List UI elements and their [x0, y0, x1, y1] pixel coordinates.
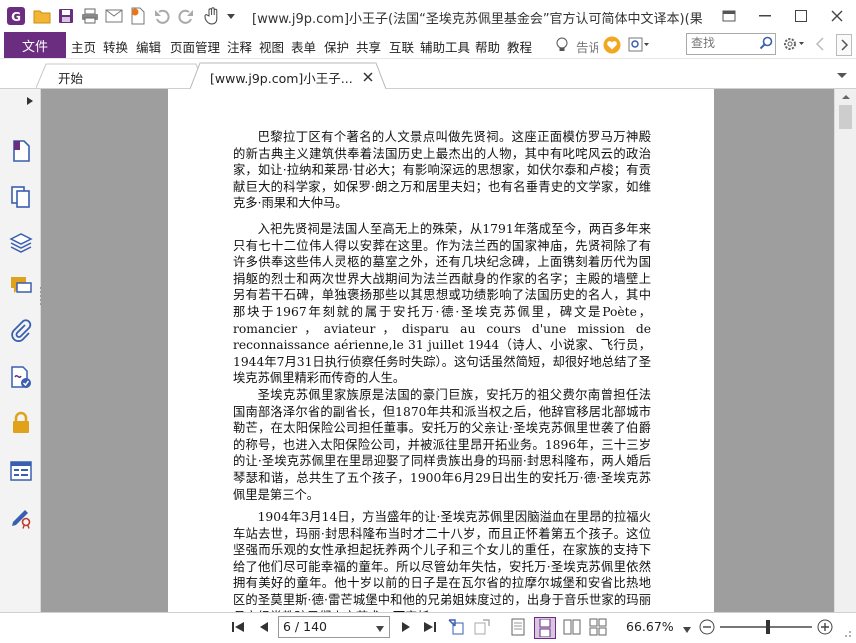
- hand-tool-icon[interactable]: [202, 6, 222, 26]
- menu-item-pages[interactable]: 页面管理: [170, 37, 220, 56]
- next-page-icon[interactable]: [396, 617, 416, 637]
- tab-start[interactable]: 开始: [58, 66, 83, 88]
- menu-item-tutorial[interactable]: 教程: [507, 37, 532, 56]
- zoom-slider[interactable]: [720, 620, 812, 634]
- file-menu-button[interactable]: 文件: [4, 32, 66, 58]
- comments-icon[interactable]: [9, 275, 33, 299]
- vertical-scrollbar[interactable]: [834, 89, 856, 612]
- svg-text:G: G: [11, 10, 21, 24]
- search-input[interactable]: [687, 34, 759, 52]
- zoom-slider-thumb[interactable]: [766, 620, 770, 634]
- single-page-view-icon[interactable]: [508, 617, 528, 637]
- minimize-button[interactable]: [750, 4, 780, 28]
- menu-item-protect[interactable]: 保护: [324, 37, 349, 56]
- page-number-field[interactable]: [278, 616, 390, 638]
- zoom-in-icon[interactable]: [815, 617, 835, 637]
- navigation-panel: [0, 89, 42, 612]
- facing-view-icon[interactable]: [562, 617, 582, 637]
- expand-panel-icon[interactable]: [26, 95, 34, 109]
- previous-view-icon[interactable]: [446, 617, 466, 637]
- menu-item-form[interactable]: 表单: [291, 37, 316, 56]
- menu-item-comment[interactable]: 注释: [227, 37, 252, 56]
- paragraph-1: 巴黎拉丁区有个著名的人文景点叫做先贤祠。这座正面模仿罗马万神殿的新古典主义建筑供…: [233, 130, 651, 211]
- scrollbar-thumb[interactable]: [839, 105, 852, 129]
- save-icon[interactable]: [56, 6, 76, 26]
- scroll-up-icon[interactable]: [840, 91, 852, 106]
- undo-icon[interactable]: [152, 6, 172, 26]
- resize-grip-icon[interactable]: [842, 629, 852, 643]
- lightbulb-icon[interactable]: [556, 37, 568, 56]
- feedback-heart-icon[interactable]: [603, 36, 621, 57]
- paragraph-4: 1904年3月14日，方当盛年的让·圣埃克苏佩里因脑溢血在里昂的拉福火车站去世，…: [233, 510, 651, 612]
- previous-page-icon[interactable]: [254, 617, 274, 637]
- customize-dropdown-icon[interactable]: [224, 6, 238, 26]
- email-icon[interactable]: [104, 6, 124, 26]
- first-page-icon[interactable]: [228, 617, 248, 637]
- tab-list-dropdown-icon[interactable]: [836, 69, 848, 83]
- menu-item-edit[interactable]: 编辑: [136, 37, 161, 56]
- page-dropdown-icon[interactable]: [375, 622, 385, 636]
- zoom-level[interactable]: 66.67%: [626, 619, 674, 634]
- tab-document[interactable]: [www.j9p.com]小王子...: [210, 66, 353, 88]
- menu-item-share[interactable]: 共享: [356, 37, 381, 56]
- find-options-icon[interactable]: [628, 37, 650, 56]
- maximize-button[interactable]: [786, 4, 816, 28]
- print-icon[interactable]: [80, 6, 100, 26]
- tab-bar: 开始 [www.j9p.com]小王子...: [0, 62, 856, 89]
- zoom-out-icon[interactable]: [697, 617, 717, 637]
- tab-close-icon[interactable]: [363, 71, 373, 85]
- continuous-view-icon[interactable]: [534, 617, 556, 639]
- menu-item-help[interactable]: 帮助: [475, 37, 500, 56]
- layers-icon[interactable]: [9, 231, 33, 255]
- edit-tools-icon[interactable]: [9, 505, 33, 529]
- zoom-dropdown-icon[interactable]: [682, 623, 692, 637]
- ribbon-toggle-icon[interactable]: [714, 4, 744, 28]
- paragraph-2: 入祀先贤祠是法国人至高无上的殊荣，从1791年落成至今，两百多年来只有七十二位伟…: [233, 222, 651, 386]
- ribbon-scroll-right-button[interactable]: [836, 34, 852, 56]
- search-field[interactable]: [686, 33, 776, 55]
- page-thumbnail-icon[interactable]: [9, 139, 33, 163]
- menu-bar: 文件 主页 转换 编辑 页面管理 注释 视图 表单 保护 共享 互联 辅助工具 …: [0, 32, 856, 59]
- ribbon-scroll-left-icon[interactable]: [815, 37, 825, 54]
- new-document-icon[interactable]: [128, 6, 148, 26]
- continuous-facing-view-icon[interactable]: [588, 617, 608, 637]
- last-page-icon[interactable]: [420, 617, 440, 637]
- document-view[interactable]: 巴黎拉丁区有个著名的人文景点叫做先贤祠。这座正面模仿罗马万神殿的新古典主义建筑供…: [41, 89, 834, 612]
- tell-me-label[interactable]: 告诉: [576, 37, 598, 56]
- settings-gear-icon[interactable]: [782, 36, 806, 55]
- close-button[interactable]: [822, 4, 852, 28]
- open-folder-icon[interactable]: [32, 6, 52, 26]
- menu-item-view[interactable]: 视图: [259, 37, 284, 56]
- lock-security-icon[interactable]: [9, 411, 33, 435]
- title-bar: G [www.j9p.com]小王子(法国“圣埃克苏佩里基金会”官方认可简体中文…: [0, 0, 856, 32]
- next-view-icon[interactable]: [472, 617, 492, 637]
- page-number-input[interactable]: [279, 617, 375, 635]
- signature-panel-icon[interactable]: [9, 365, 33, 389]
- search-icon[interactable]: [759, 36, 773, 53]
- form-fields-icon[interactable]: [9, 459, 33, 483]
- redo-icon[interactable]: [176, 6, 196, 26]
- paragraph-3: 圣埃克苏佩里家族原是法国的豪门巨族，安托万的祖父费尔南曾担任法国南部洛泽尔省的副…: [233, 388, 651, 502]
- status-bar: 66.67%: [0, 612, 856, 641]
- pdf-page: 巴黎拉丁区有个著名的人文景点叫做先贤祠。这座正面模仿罗马万神殿的新古典主义建筑供…: [168, 89, 714, 612]
- pages-panel-icon[interactable]: [9, 185, 33, 209]
- menu-item-connect[interactable]: 互联: [389, 37, 414, 56]
- attachment-icon[interactable]: [9, 319, 33, 343]
- menu-item-accessibility[interactable]: 辅助工具: [420, 37, 470, 56]
- menu-item-home[interactable]: 主页: [71, 37, 96, 56]
- app-logo-icon[interactable]: G: [6, 6, 26, 26]
- menu-item-convert[interactable]: 转换: [103, 37, 128, 56]
- window-title: [www.j9p.com]小王子(法国“圣埃克苏佩里基金会”官方认可简体中文译本…: [252, 12, 702, 27]
